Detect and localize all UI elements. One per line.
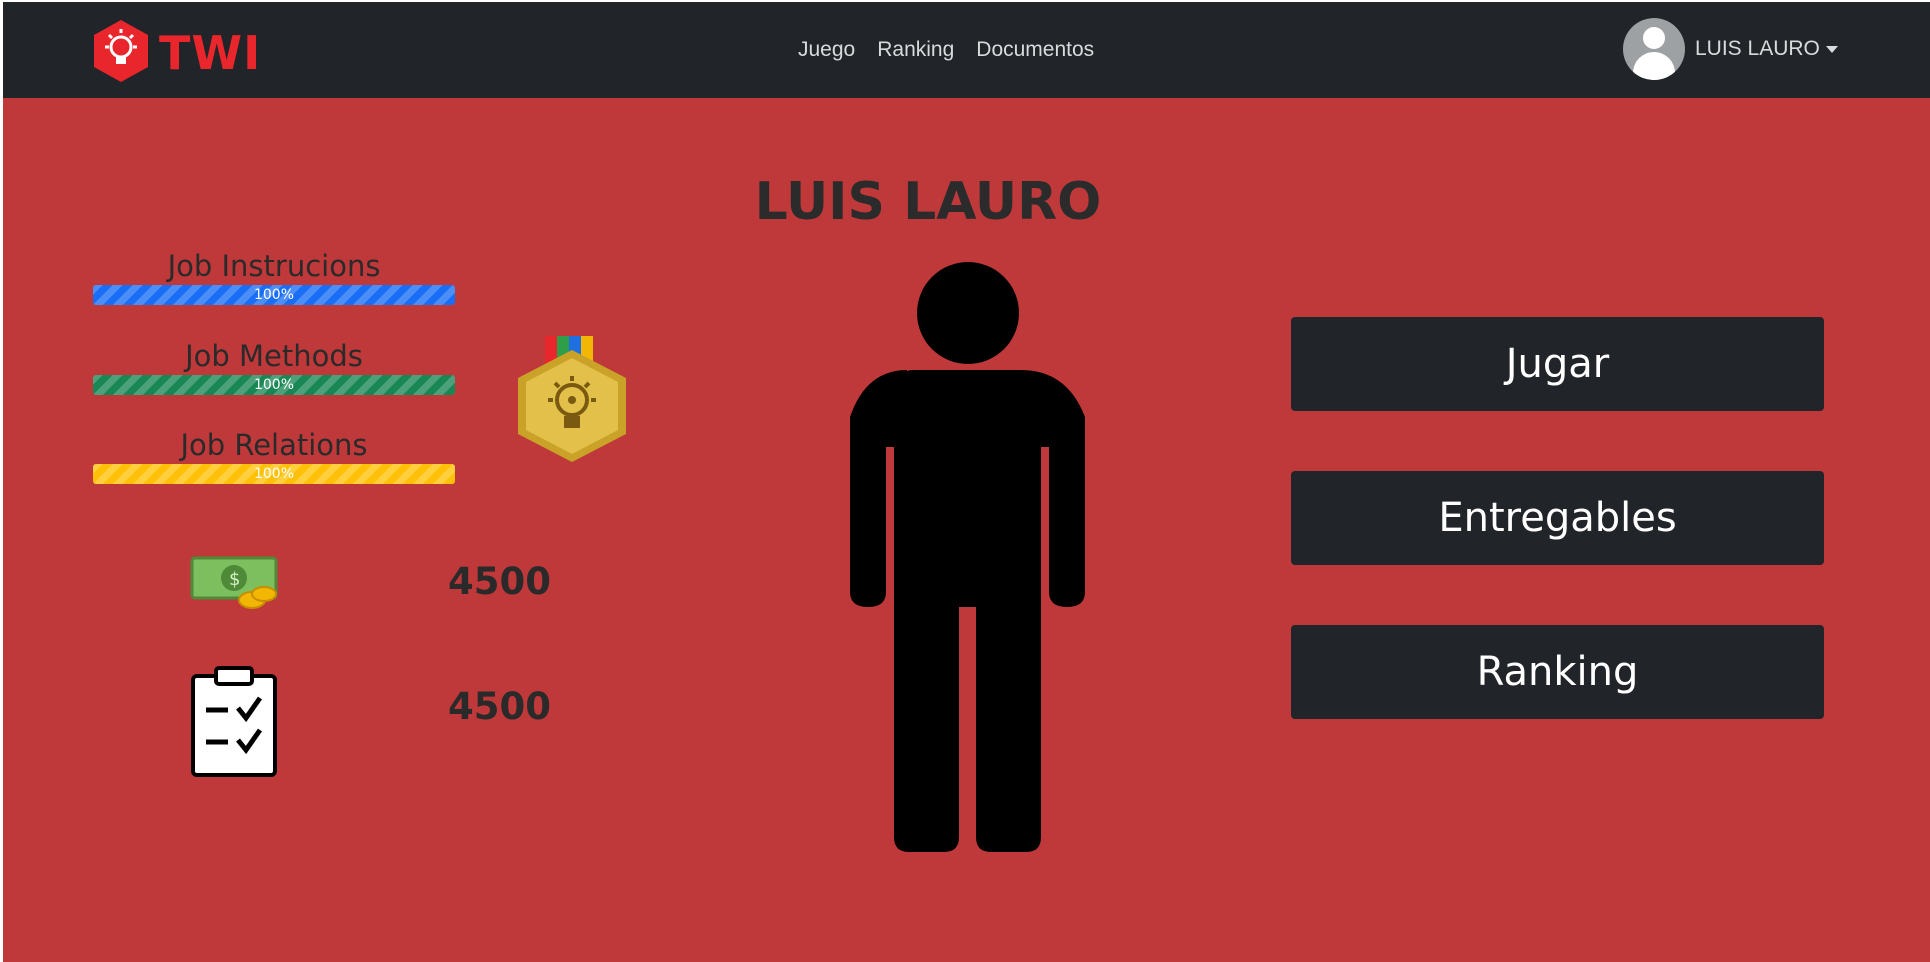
money-icon: $ <box>190 556 278 609</box>
clipboard-checklist-icon <box>191 666 277 777</box>
nav-link-juego[interactable]: Juego <box>798 38 855 62</box>
main-nav: Juego Ranking Documentos <box>798 38 1094 62</box>
avatar <box>1623 18 1685 80</box>
progress-text: 100% <box>253 466 295 482</box>
chevron-down-icon <box>1825 45 1838 53</box>
progress-bar: 100% <box>93 464 455 484</box>
skill-label: Job Instrucions <box>167 249 381 283</box>
avatar-head <box>1643 27 1665 49</box>
lightbulb-hexagon-icon <box>94 20 148 82</box>
twi-logo[interactable]: TWI <box>91 18 271 84</box>
progress-bar: 100% <box>93 285 455 305</box>
gold-medal-icon <box>518 336 626 462</box>
profile-name: LUIS LAURO <box>754 172 1102 232</box>
logo-text: TWI <box>159 26 262 80</box>
nav-link-ranking[interactable]: Ranking <box>877 38 954 62</box>
window-edge-left <box>0 0 3 962</box>
skill-job-relations: Job Relations 100% <box>93 426 455 484</box>
avatar-body <box>1633 52 1675 80</box>
skill-job-instructions: Job Instrucions 100% <box>93 247 455 305</box>
progress-text: 100% <box>253 287 295 303</box>
ranking-button[interactable]: Ranking <box>1291 625 1824 719</box>
progress-bar: 100% <box>93 375 455 395</box>
person-silhouette <box>850 262 1085 852</box>
progress-text: 100% <box>253 377 295 393</box>
money-value: 4500 <box>448 560 551 603</box>
page-title: LUIS LAURO <box>0 172 1930 232</box>
tasks-value: 4500 <box>448 685 551 728</box>
play-button[interactable]: Jugar <box>1291 317 1824 411</box>
skill-label: Job Methods <box>185 339 363 373</box>
user-menu-dropdown[interactable]: LUIS LAURO <box>1623 18 1838 80</box>
skill-label: Job Relations <box>180 428 368 462</box>
svg-text:$: $ <box>229 569 240 590</box>
skill-job-methods: Job Methods 100% <box>93 337 455 395</box>
nav-link-documentos[interactable]: Documentos <box>976 38 1094 62</box>
top-navbar: TWI Juego Ranking Documentos LUIS LAURO <box>3 2 1930 98</box>
deliverables-button[interactable]: Entregables <box>1291 471 1824 565</box>
user-name: LUIS LAURO <box>1695 37 1820 60</box>
